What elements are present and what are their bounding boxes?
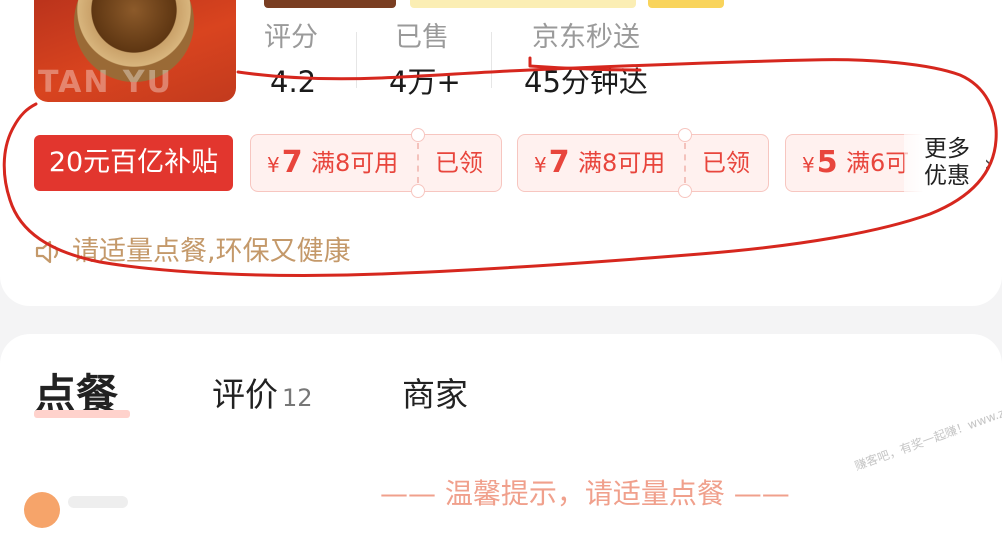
coupon-separator [684, 143, 686, 183]
store-info-card: TAN YU 评分 4.2 已售 4万+ 京东秒送 45分钟达 20元百亿补贴 … [0, 0, 1002, 306]
coupon-amount: ¥7 [267, 145, 303, 180]
coupon-amount: ¥5 [802, 145, 838, 180]
chevron-right-icon[interactable]: › [984, 152, 993, 177]
coupon-condition: 满6可 [846, 149, 910, 177]
coupon-notch [411, 184, 425, 198]
delivery-label: 京东秒送 [532, 22, 640, 53]
notice-text: 请适量点餐,环保又健康 [72, 236, 351, 267]
coupon-condition: 满8可用 [311, 149, 399, 177]
tip-text: —— 温馨提示，请适量点餐 —— [380, 477, 790, 510]
coupon-condition: 满8可用 [578, 149, 666, 177]
rating-stat: 评分 4.2 [264, 20, 318, 102]
sold-value: 4万+ [389, 65, 461, 99]
store-tag [264, 0, 396, 8]
coupon-status: 已领 [435, 149, 483, 177]
tab-review-label: 评价 [212, 375, 278, 414]
store-tag [410, 0, 636, 8]
active-tab-indicator [34, 410, 130, 418]
stat-divider [356, 32, 357, 88]
rating-label: 评分 [264, 22, 318, 53]
coupon-notch [678, 184, 692, 198]
delivery-value: 45分钟达 [524, 65, 648, 99]
coupon-card[interactable]: ¥7 满8可用 已领 [250, 128, 502, 198]
store-tag [648, 0, 724, 8]
category-icon [24, 492, 60, 528]
stat-divider [491, 32, 492, 88]
subsidy-badge[interactable]: 20元百亿补贴 [34, 135, 233, 191]
coupon-notch [678, 128, 692, 142]
store-image-brand: TAN YU [38, 65, 173, 100]
coupon-row: 20元百亿补贴 ¥7 满8可用 已领 ¥7 满8可用 已领 ¥5 满6可 更多优… [34, 128, 1002, 198]
more-offers-button[interactable]: 更多优惠 [924, 136, 982, 190]
coupon-amount: ¥7 [534, 145, 570, 180]
rating-value: 4.2 [270, 65, 317, 99]
coupon-status: 已领 [702, 149, 750, 177]
store-image[interactable]: TAN YU [34, 0, 236, 102]
sold-label: 已售 [395, 22, 449, 53]
tab-review[interactable]: 评价 12 [212, 372, 313, 421]
speaker-icon [34, 238, 64, 270]
coupon-card[interactable]: ¥7 满8可用 已领 [517, 128, 769, 198]
tab-merchant[interactable]: 商家 [402, 372, 468, 418]
coupon-notch [411, 128, 425, 142]
review-count: 12 [282, 384, 313, 412]
coupon-separator [417, 143, 419, 183]
delivery-stat: 京东秒送 45分钟达 [524, 20, 648, 102]
category-label [68, 496, 128, 508]
sold-stat: 已售 4万+ [389, 20, 461, 102]
